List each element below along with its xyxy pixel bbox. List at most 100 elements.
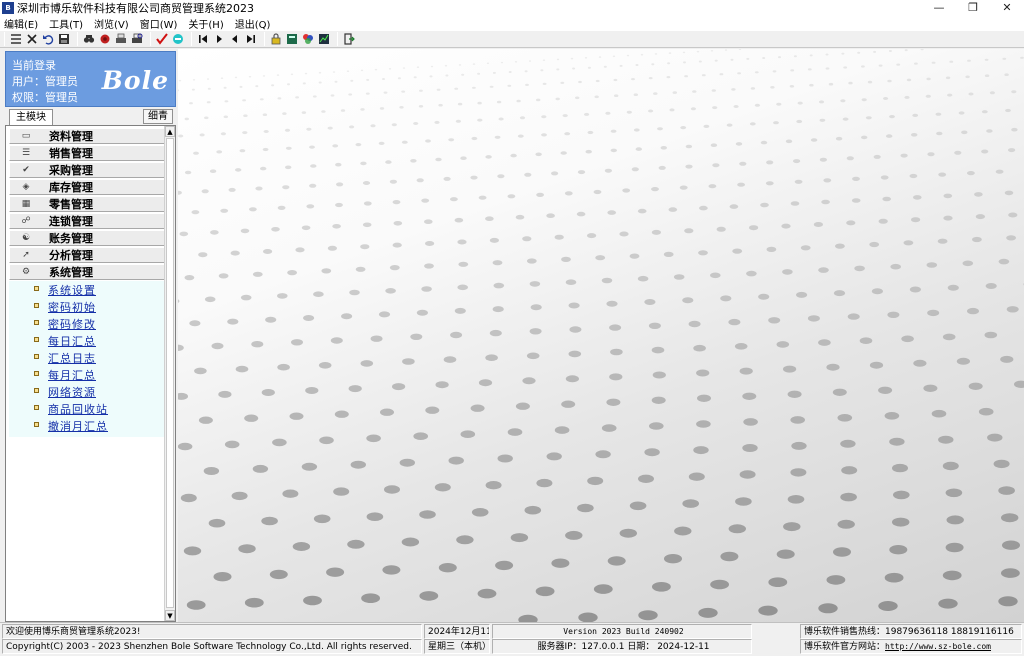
- module-header-inventory[interactable]: ◈ 库存管理: [9, 179, 165, 195]
- module-header-data[interactable]: ▭ 资料管理: [9, 128, 165, 144]
- background-dot: [800, 245, 811, 251]
- chart-icon[interactable]: [317, 32, 331, 46]
- module-header-system[interactable]: ⚙ 系统管理: [9, 264, 165, 280]
- minimize-button[interactable]: —: [922, 0, 956, 16]
- maximize-button[interactable]: ❐: [956, 0, 990, 16]
- background-dot: [765, 181, 774, 186]
- background-dot: [263, 130, 269, 133]
- background-dot: [194, 367, 207, 375]
- module-header-purchase[interactable]: ✔ 采购管理: [9, 162, 165, 178]
- chain-icon: ☍: [21, 216, 31, 226]
- menu-exit[interactable]: 退出(Q): [235, 16, 271, 31]
- tab-main-module[interactable]: 主模块: [9, 109, 53, 125]
- submenu-password-change[interactable]: 密码修改: [34, 316, 96, 332]
- refresh-icon[interactable]: [171, 32, 185, 46]
- prev-icon[interactable]: [212, 32, 226, 46]
- background-dot: [348, 93, 353, 96]
- background-dot: [746, 270, 757, 277]
- background-dot: [651, 229, 661, 235]
- background-dot: [669, 108, 675, 112]
- module-header-analysis[interactable]: ➚ 分析管理: [9, 247, 165, 263]
- background-dot: [884, 412, 900, 420]
- first-icon[interactable]: [196, 32, 210, 46]
- background-dot: [610, 148, 617, 153]
- background-dot: [846, 156, 854, 161]
- check-icon[interactable]: [155, 32, 169, 46]
- background-dot: [242, 131, 248, 135]
- lock-icon[interactable]: [269, 32, 283, 46]
- scroll-thumb[interactable]: [166, 138, 174, 608]
- module-header-retail[interactable]: ▦ 零售管理: [9, 196, 165, 212]
- background-dot: [606, 300, 618, 307]
- background-dot: [220, 132, 226, 136]
- status-version: Version 2023 Build 240902: [492, 624, 752, 639]
- list-icon[interactable]: [9, 32, 23, 46]
- background-dot: [648, 322, 661, 329]
- exit-icon[interactable]: [342, 32, 356, 46]
- background-dot: [448, 138, 455, 142]
- background-dot: [239, 85, 243, 88]
- background-dot: [1004, 190, 1014, 196]
- background-dot: [489, 329, 502, 337]
- menu-edit[interactable]: 编辑(E): [4, 16, 38, 31]
- close-button[interactable]: ✕: [990, 0, 1024, 16]
- submenu-network-resources[interactable]: 网络资源: [34, 384, 96, 400]
- submenu-daily-summary[interactable]: 每日汇总: [34, 333, 96, 349]
- undo-icon[interactable]: [41, 32, 55, 46]
- background-dot: [438, 563, 457, 573]
- background-dot: [240, 228, 250, 234]
- background-dot: [651, 396, 666, 404]
- module-header-accounts[interactable]: ☯ 账务管理: [9, 230, 165, 246]
- color-icon[interactable]: [301, 32, 315, 46]
- background-dot: [909, 286, 922, 293]
- background-dot: [911, 133, 918, 137]
- background-dot: [295, 247, 305, 253]
- background-dot: [220, 208, 229, 213]
- save-icon[interactable]: [57, 32, 71, 46]
- last-icon[interactable]: [244, 32, 258, 46]
- background-dot: [429, 75, 433, 78]
- background-dot: [413, 122, 419, 125]
- submenu-summary-log[interactable]: 汇总日志: [34, 350, 96, 366]
- background-dot: [947, 93, 953, 97]
- menu-about[interactable]: 关于(H): [188, 16, 223, 31]
- module-tree-scrollbar[interactable]: ▲ ▼: [164, 126, 175, 621]
- background-dot: [684, 228, 694, 234]
- app-icon[interactable]: B: [2, 2, 14, 14]
- menu-window[interactable]: 窗口(W): [140, 16, 178, 31]
- stamp-icon[interactable]: [98, 32, 112, 46]
- find-icon[interactable]: [82, 32, 96, 46]
- background-dot: [335, 202, 343, 208]
- print-icon[interactable]: [114, 32, 128, 46]
- print-preview-icon[interactable]: [130, 32, 144, 46]
- background-dot: [333, 487, 350, 496]
- submenu-password-init[interactable]: 密码初始: [34, 299, 96, 315]
- background-dot: [840, 439, 856, 448]
- delete-icon[interactable]: [25, 32, 39, 46]
- background-dot: [327, 245, 337, 251]
- submenu-recycle-bin[interactable]: 商品回收站: [34, 401, 108, 417]
- background-dot: [332, 144, 339, 148]
- background-dot: [178, 392, 188, 400]
- detail-button[interactable]: 细青: [143, 109, 173, 124]
- calc-icon[interactable]: [285, 32, 299, 46]
- background-dot: [610, 348, 623, 356]
- scroll-up-arrow[interactable]: ▲: [165, 126, 175, 137]
- menu-view[interactable]: 浏览(V): [94, 16, 129, 31]
- submenu-undo-monthly-summary[interactable]: 撤消月汇总: [34, 418, 108, 434]
- module-header-sales[interactable]: ☰ 销售管理: [9, 145, 165, 161]
- submenu-system-settings[interactable]: 系统设置: [34, 282, 96, 298]
- module-header-chain[interactable]: ☍ 连锁管理: [9, 213, 165, 229]
- background-dot: [184, 117, 189, 121]
- background-dot: [309, 183, 317, 188]
- background-dot: [823, 178, 832, 183]
- website-link[interactable]: http://www.sz-bole.com: [885, 642, 991, 651]
- menu-tools[interactable]: 工具(T): [49, 16, 83, 31]
- next-icon[interactable]: [228, 32, 242, 46]
- background-dot: [389, 265, 400, 271]
- scroll-down-arrow[interactable]: ▼: [165, 610, 175, 621]
- background-dot: [470, 404, 485, 412]
- submenu-monthly-summary[interactable]: 每月汇总: [34, 367, 96, 383]
- background-dot: [720, 551, 739, 562]
- background-dot: [742, 392, 757, 400]
